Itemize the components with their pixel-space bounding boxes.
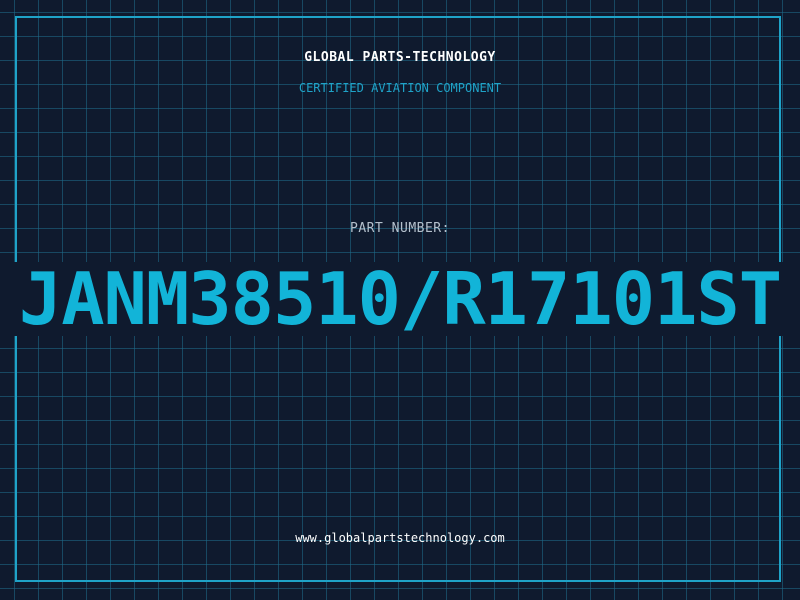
part-number-label: PART NUMBER:	[350, 221, 450, 236]
part-label-card: GLOBAL PARTS-TECHNOLOGY CERTIFIED AVIATI…	[0, 0, 800, 600]
certification-tagline: CERTIFIED AVIATION COMPONENT	[298, 81, 502, 95]
company-name: GLOBAL PARTS-TECHNOLOGY	[304, 50, 496, 65]
website-url: www.globalpartstechnology.com	[295, 531, 505, 545]
part-number-value: JANM38510/R17101ST	[18, 260, 782, 338]
